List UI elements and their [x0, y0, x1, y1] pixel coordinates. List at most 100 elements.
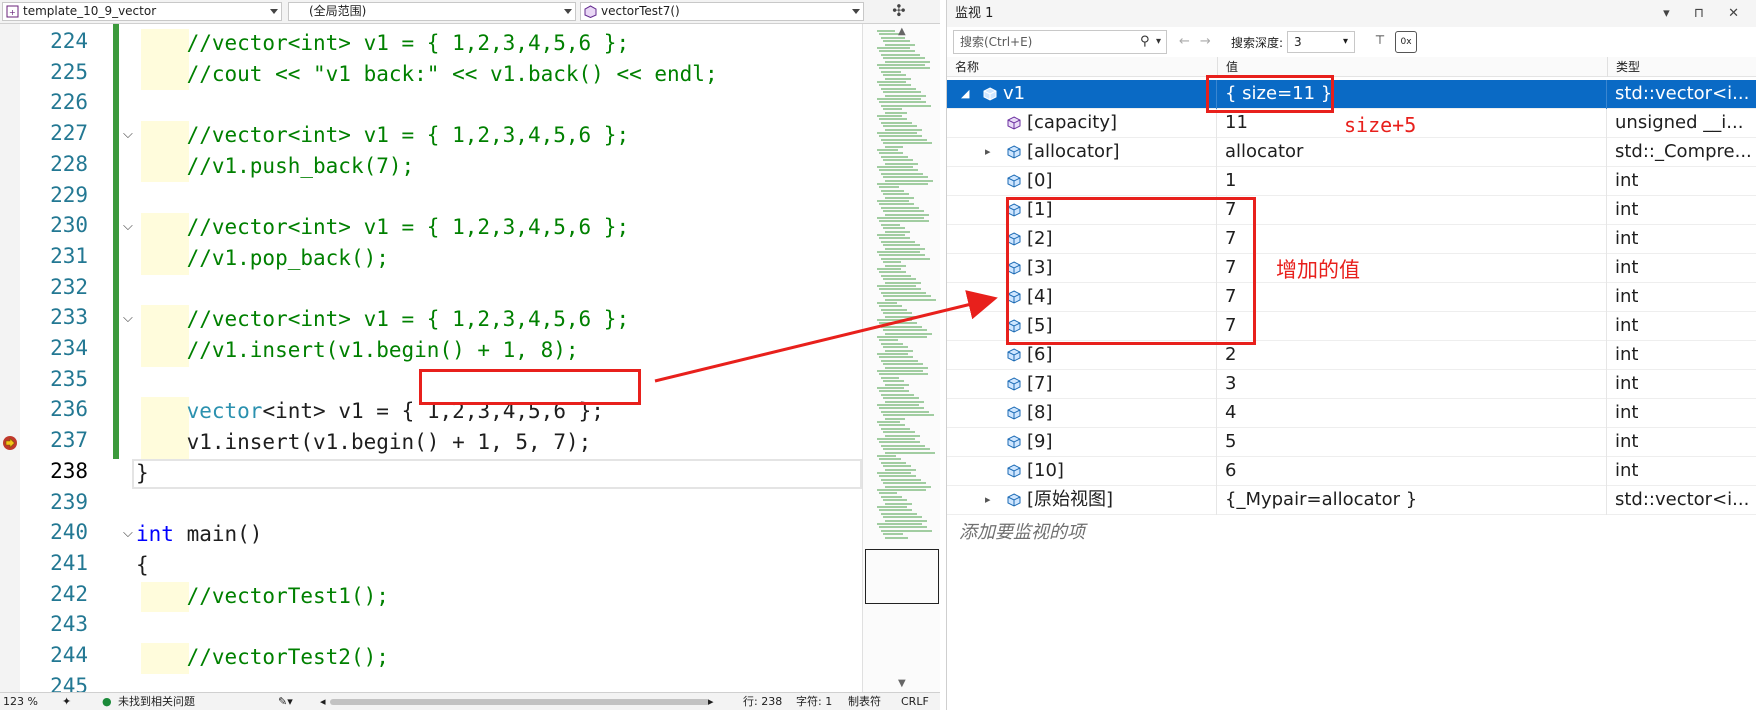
watch-value[interactable]: 7: [1217, 312, 1607, 341]
column-type[interactable]: 类型: [1607, 57, 1640, 77]
watch-value[interactable]: 7: [1217, 225, 1607, 254]
breakpoint-margin[interactable]: [0, 24, 20, 692]
column-value[interactable]: 值: [1217, 57, 1238, 77]
search-navigation-arrows[interactable]: ←→: [1179, 34, 1221, 49]
fold-toggle-icon[interactable]: ⌵: [123, 526, 133, 541]
watch-value[interactable]: 3: [1217, 370, 1607, 399]
code-cleanup-icon[interactable]: ✎▾: [278, 693, 293, 710]
watch-row[interactable]: ▸ [allocator] allocator std::_Compre...: [947, 138, 1756, 167]
minimap-line: [883, 227, 905, 230]
code-line[interactable]: v1.insert(v1.begin() + 1, 5, 7);: [136, 428, 592, 457]
expand-toggle-icon[interactable]: ▸: [985, 138, 991, 166]
function-combo[interactable]: vectorTest7(): [580, 2, 864, 21]
watch-value[interactable]: 2: [1217, 341, 1607, 370]
watch-value[interactable]: 6: [1217, 457, 1607, 486]
code-token: <int>: [262, 399, 326, 424]
minimap-line: [883, 210, 924, 213]
minimap-line: [879, 135, 922, 138]
line-ending-indicator[interactable]: CRLF: [901, 693, 929, 710]
scroll-right-icon[interactable]: ▸: [708, 693, 714, 710]
code-line[interactable]: {: [136, 551, 149, 580]
issues-status[interactable]: 未找到相关问题: [118, 693, 195, 710]
code-token: //cout << "v1 back:" << v1.back() << end…: [186, 61, 718, 86]
watch-row[interactable]: [10] 6 int: [947, 457, 1756, 486]
watch-value[interactable]: {_Mypair=allocator }: [1217, 486, 1607, 515]
watch-row[interactable]: [0] 1 int: [947, 167, 1756, 196]
scope-combo-label: (全局范围): [309, 4, 367, 18]
fold-toggle-icon[interactable]: ⌵: [123, 311, 133, 326]
scroll-left-icon[interactable]: ◂: [320, 693, 326, 710]
search-icon[interactable]: ⚲: [1140, 31, 1150, 53]
search-depth-select[interactable]: 3 ▾: [1287, 31, 1355, 53]
watch-search-input[interactable]: 搜索(Ctrl+E) ⚲ ▾: [953, 30, 1167, 54]
minimap-line: [885, 519, 927, 522]
code-line[interactable]: //cout << "v1 back:" << v1.back() << end…: [136, 60, 718, 89]
column-name[interactable]: 名称: [947, 57, 979, 77]
expand-toggle-icon[interactable]: ▸: [985, 486, 991, 514]
fold-toggle-icon[interactable]: ⌵: [123, 127, 133, 142]
line-indicator[interactable]: 行: 238: [743, 693, 782, 710]
minimap-line: [885, 128, 922, 131]
project-combo[interactable]: + template_10_9_vector: [2, 2, 282, 21]
watch-value[interactable]: 4: [1217, 399, 1607, 428]
zoom-level[interactable]: 123 %: [3, 693, 38, 710]
split-add-icon[interactable]: ✣: [884, 2, 914, 21]
expand-toggle-icon[interactable]: ◢: [961, 80, 969, 108]
pin-icon[interactable]: ⊤: [1371, 33, 1389, 51]
scroll-up-icon[interactable]: ▲: [898, 26, 906, 37]
code-line[interactable]: //vectorTest1();: [136, 582, 389, 611]
minimap-line: [885, 162, 918, 165]
horizontal-scrollbar-thumb[interactable]: [330, 699, 710, 705]
code-line[interactable]: //v1.insert(v1.begin() + 1, 8);: [136, 336, 579, 365]
watch-value[interactable]: 5: [1217, 428, 1607, 457]
scroll-down-icon[interactable]: ▼: [898, 678, 906, 689]
window-buttons[interactable]: ▾ ⊓ ✕: [1663, 0, 1749, 27]
scrollbar-minimap[interactable]: [862, 24, 940, 692]
code-line[interactable]: //vector<int> v1 = { 1,2,3,4,5,6 };: [136, 121, 630, 150]
watch-value[interactable]: 1: [1217, 167, 1607, 196]
code-line[interactable]: int main(): [136, 520, 262, 549]
code-line[interactable]: //v1.pop_back();: [136, 244, 389, 273]
minimap-line: [881, 274, 911, 277]
watch-row[interactable]: [6] 2 int: [947, 341, 1756, 370]
chevron-down-icon[interactable]: ▾: [1156, 31, 1161, 53]
fold-toggle-icon[interactable]: ⌵: [123, 219, 133, 234]
tabs-indicator[interactable]: 制表符: [848, 693, 881, 710]
watch-value[interactable]: allocator: [1217, 138, 1607, 167]
watch-row[interactable]: [8] 4 int: [947, 399, 1756, 428]
line-number: 238: [50, 458, 88, 483]
watch-value[interactable]: 7: [1217, 283, 1607, 312]
minimap-line: [885, 485, 931, 488]
watch-value[interactable]: 7: [1217, 196, 1607, 225]
code-line[interactable]: //v1.push_back(7);: [136, 152, 415, 181]
minimap-line: [879, 424, 905, 427]
watch-row[interactable]: [9] 5 int: [947, 428, 1756, 457]
minimap-line: [885, 366, 928, 369]
watch-row[interactable]: [7] 3 int: [947, 370, 1756, 399]
code-line[interactable]: //vector<int> v1 = { 1,2,3,4,5,6 };: [136, 213, 630, 242]
watch-window: 监视 1 ▾ ⊓ ✕ 搜索(Ctrl+E) ⚲ ▾ ←→ 搜索深度: 3 ▾ ⊤…: [946, 0, 1756, 710]
minimap-line: [881, 461, 906, 464]
watch-type: int: [1615, 460, 1639, 481]
char-indicator[interactable]: 字符: 1: [796, 693, 832, 710]
code-line[interactable]: }: [136, 459, 149, 488]
code-line[interactable]: //vector<int> v1 = { 1,2,3,4,5,6 };: [136, 29, 630, 58]
watch-name-cell: ▸ [allocator]: [947, 138, 1217, 167]
minimap-line: [879, 271, 906, 274]
hex-display-icon[interactable]: 0x: [1395, 31, 1417, 53]
scope-combo[interactable]: (全局范围): [288, 2, 576, 21]
minimap-line: [879, 492, 897, 495]
watch-row[interactable]: ▸ [原始视图] {_Mypair=allocator } std::vector<i…: [947, 486, 1756, 515]
add-watch-item[interactable]: 添加要监视的项: [959, 518, 1085, 544]
minimap-line: [879, 339, 898, 342]
watch-row[interactable]: ◢ v1{ size=11 } std::vector<i...: [947, 80, 1756, 109]
code-token: //vector<int> v1 = { 1,2,3,4,5,6 };: [186, 123, 630, 148]
line-number: 241: [50, 550, 88, 575]
code-line[interactable]: //vectorTest2();: [136, 643, 389, 672]
line-number: 232: [50, 274, 88, 299]
code-line[interactable]: //vector<int> v1 = { 1,2,3,4,5,6 };: [136, 305, 630, 334]
minimap-viewport[interactable]: [865, 549, 939, 604]
